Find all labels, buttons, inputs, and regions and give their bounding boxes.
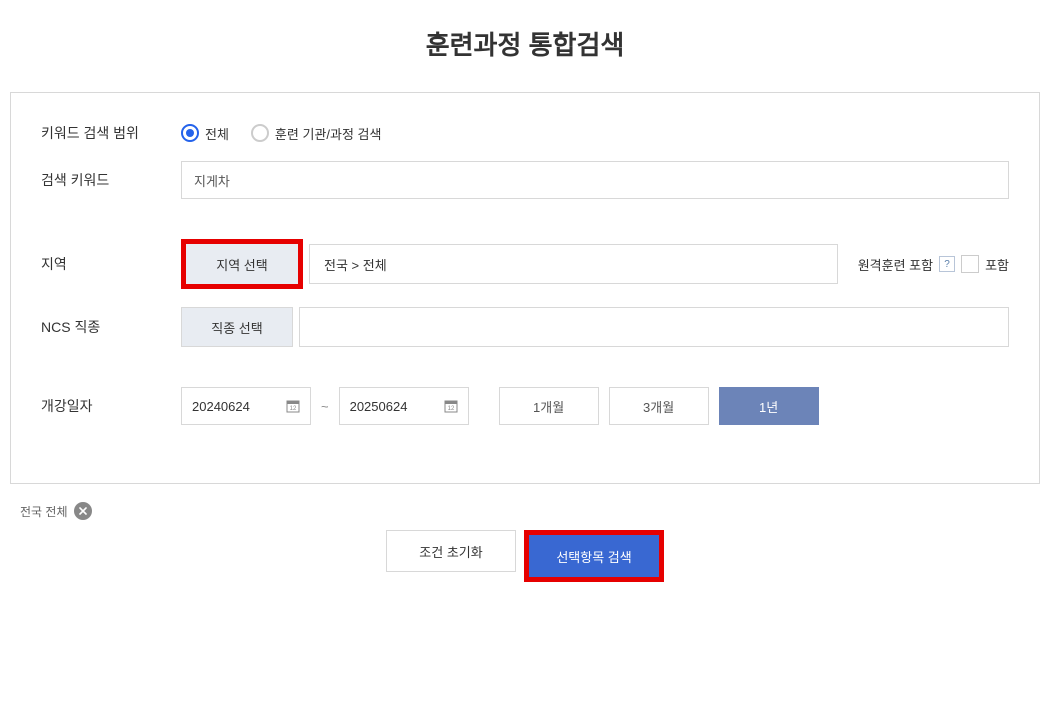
period-3month-button[interactable]: 3개월 [609, 387, 709, 425]
keyword-label: 검색 키워드 [41, 170, 181, 190]
help-icon[interactable]: ? [939, 256, 955, 272]
keyword-scope-row: 키워드 검색 범위 전체 훈련 기관/과정 검색 [41, 123, 1009, 143]
start-date-label: 개강일자 [41, 396, 181, 416]
svg-text:12: 12 [290, 406, 297, 412]
date-from-input[interactable]: 20240624 12 [181, 387, 311, 425]
calendar-icon: 12 [444, 399, 458, 413]
date-range-separator: ~ [321, 399, 329, 414]
remote-checkbox[interactable] [961, 255, 979, 273]
highlight-submit: 선택항목 검색 [524, 530, 664, 582]
radio-all-label: 전체 [205, 124, 229, 143]
remote-include-group: 원격훈련 포함 ? 포함 [858, 255, 1009, 274]
ncs-label: NCS 직종 [41, 317, 181, 337]
date-to-input[interactable]: 20250624 12 [339, 387, 469, 425]
region-label: 지역 [41, 254, 181, 274]
keyword-row: 검색 키워드 [41, 161, 1009, 199]
submit-button[interactable]: 선택항목 검색 [529, 535, 659, 577]
page-title: 훈련과정 통합검색 [0, 0, 1050, 92]
ncs-value [299, 307, 1009, 347]
radio-institution[interactable]: 훈련 기관/과정 검색 [251, 124, 382, 143]
highlight-region-select: 지역 선택 [181, 239, 303, 289]
close-icon[interactable] [74, 502, 92, 520]
action-row: 조건 초기화 선택항목 검색 [0, 530, 1050, 592]
ncs-row: NCS 직종 직종 선택 [41, 307, 1009, 347]
filter-tags: 전국 전체 [0, 484, 1050, 530]
ncs-select-button[interactable]: 직종 선택 [181, 307, 293, 347]
radio-icon [181, 124, 199, 142]
start-date-row: 개강일자 20240624 12 ~ 20250624 12 1개월 3 [41, 387, 1009, 425]
region-select-button[interactable]: 지역 선택 [186, 244, 298, 284]
region-value: 전국 > 전체 [309, 244, 838, 284]
remote-label: 원격훈련 포함 [858, 255, 933, 274]
radio-icon [251, 124, 269, 142]
search-panel: 키워드 검색 범위 전체 훈련 기관/과정 검색 검색 키워드 지역 [10, 92, 1040, 484]
date-from-value: 20240624 [192, 399, 250, 414]
radio-institution-label: 훈련 기관/과정 검색 [275, 124, 382, 143]
date-to-value: 20250624 [350, 399, 408, 414]
include-label: 포함 [985, 255, 1009, 274]
keyword-scope-radio-group: 전체 훈련 기관/과정 검색 [181, 124, 381, 143]
region-row: 지역 지역 선택 전국 > 전체 원격훈련 포함 ? 포함 [41, 239, 1009, 289]
svg-text:12: 12 [447, 406, 454, 412]
period-1month-button[interactable]: 1개월 [499, 387, 599, 425]
period-1year-button[interactable]: 1년 [719, 387, 819, 425]
keyword-scope-label: 키워드 검색 범위 [41, 123, 181, 143]
keyword-input[interactable] [181, 161, 1009, 199]
reset-button[interactable]: 조건 초기화 [386, 530, 516, 572]
calendar-icon: 12 [286, 399, 300, 413]
filter-tag-label: 전국 전체 [20, 503, 68, 520]
radio-all[interactable]: 전체 [181, 124, 229, 143]
